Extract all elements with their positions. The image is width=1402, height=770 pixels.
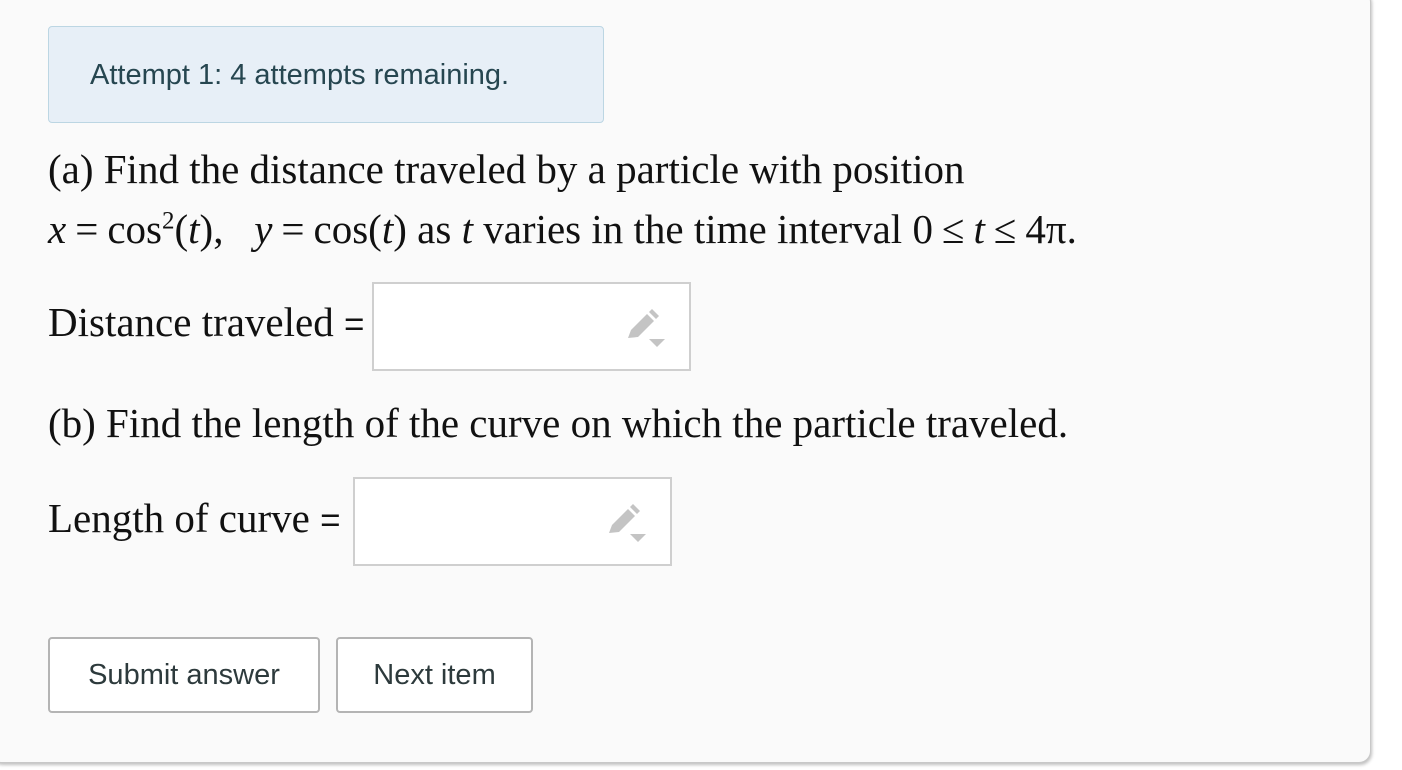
part-b-prompt: (b) Find the length of the curve on whic… [48,400,1069,446]
length-answer-input[interactable] [353,477,672,566]
paren-close: ) [393,206,407,252]
exponent: 2 [161,207,175,235]
le-sign: ≤ [993,206,1017,252]
length-label: Length of curve = [48,494,341,542]
submit-answer-button[interactable]: Submit answer [48,637,320,713]
paren-open: ( [174,206,189,252]
le-sign: ≤ [941,206,965,252]
as-text: as [417,206,452,252]
part-a-equation: x = cos2(t), y = cos(t) as t varies in the t… [48,205,1077,253]
x-variable: x [48,206,67,252]
length-label-text: Length of curve [48,495,310,541]
attempts-banner: Attempt 1: 4 attempts remaining. [48,26,604,123]
next-item-button[interactable]: Next item [336,637,533,713]
equals-sign: = [343,305,365,344]
equals-sign: = [75,206,99,252]
t-variable: t [973,206,985,252]
t-variable: t [461,206,473,252]
equals-sign: = [281,206,305,252]
varies-text: varies in the time interval 0 [483,206,933,252]
paren-close-comma: ), [199,206,224,252]
t-variable: t [188,206,200,252]
pencil-icon[interactable] [606,503,650,543]
equals-sign: = [320,501,341,540]
distance-label-text: Distance traveled [48,299,334,345]
x-function: cos [107,206,162,252]
part-a-prompt: (a) Find the distance traveled by a part… [48,146,965,192]
distance-label: Distance traveled = [48,298,364,346]
distance-answer-input[interactable] [372,282,691,371]
upper-bound: 4π. [1025,206,1077,252]
y-variable: y [254,206,273,252]
pencil-icon[interactable] [625,308,669,348]
t-variable: t [381,206,394,252]
y-function: cos( [313,206,382,252]
